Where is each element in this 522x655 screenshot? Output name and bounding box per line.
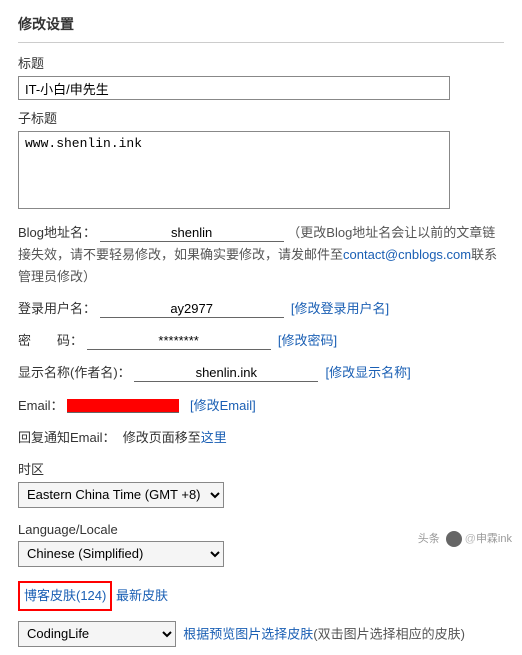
change-display-name-link[interactable]: [修改显示名称]: [326, 365, 411, 380]
timezone-select[interactable]: Eastern China Time (GMT +8): [18, 482, 224, 508]
change-email-link[interactable]: [修改Email]: [190, 398, 256, 413]
latest-skin-link[interactable]: 最新皮肤: [116, 588, 168, 603]
change-password-link[interactable]: [修改密码]: [278, 333, 337, 348]
footer-prefix: 头条: [418, 533, 440, 545]
reply-email-hint: 修改页面移至: [123, 430, 201, 445]
skin-select-row: CodingLife 根据预览图片选择皮肤(双击图片选择相应的皮肤): [18, 621, 504, 647]
email-label: Email：: [18, 398, 64, 413]
login-user-row: 登录用户名： [修改登录用户名]: [18, 298, 504, 320]
blog-url-input[interactable]: [100, 225, 284, 242]
title-input[interactable]: [18, 76, 450, 100]
display-name-label: 显示名称(作者名)：: [18, 365, 131, 380]
email-row: Email： [修改Email]: [18, 395, 504, 417]
display-name-input[interactable]: [134, 365, 318, 382]
title-label: 标题: [18, 53, 504, 72]
password-label: 密 码：: [18, 333, 83, 348]
reply-email-link[interactable]: 这里: [201, 430, 227, 445]
footer-credit: 头条 @申霖ink: [418, 530, 512, 547]
reply-email-label: 回复通知Email：: [18, 430, 116, 445]
skin-hint-suffix: (双击图片选择相应的皮肤): [313, 626, 465, 641]
display-name-row: 显示名称(作者名)： [修改显示名称]: [18, 362, 504, 384]
change-login-link[interactable]: [修改登录用户名]: [291, 301, 389, 316]
password-row: 密 码： [修改密码]: [18, 330, 504, 352]
login-user-label: 登录用户名：: [18, 301, 96, 316]
footer-name: 申霖ink: [476, 533, 512, 545]
subtitle-textarea[interactable]: www.shenlin.ink: [18, 131, 450, 209]
password-input[interactable]: [87, 333, 271, 350]
blog-url-label: Blog地址名：: [18, 225, 96, 240]
skin-preview-link[interactable]: 根据预览图片选择皮肤: [183, 626, 313, 641]
timezone-label: 时区: [18, 459, 504, 478]
locale-select[interactable]: Chinese (Simplified): [18, 541, 224, 567]
skin-label-highlight: 博客皮肤(124): [18, 581, 112, 611]
reply-email-row: 回复通知Email： 修改页面移至这里: [18, 427, 504, 449]
subtitle-label: 子标题: [18, 108, 504, 127]
skin-select[interactable]: CodingLife: [18, 621, 176, 647]
avatar-icon: [446, 531, 462, 547]
contact-email-link[interactable]: contact@cnblogs.com: [343, 247, 471, 262]
login-user-input[interactable]: [100, 301, 284, 318]
page-title: 修改设置: [18, 8, 504, 43]
at-icon: @: [465, 533, 476, 545]
blog-url-row: Blog地址名： （更改Blog地址名会让以前的文章链接失效，请不要轻易修改，如…: [18, 222, 504, 288]
email-redacted: [67, 399, 179, 413]
skin-row: 博客皮肤(124) 最新皮肤: [18, 581, 504, 611]
